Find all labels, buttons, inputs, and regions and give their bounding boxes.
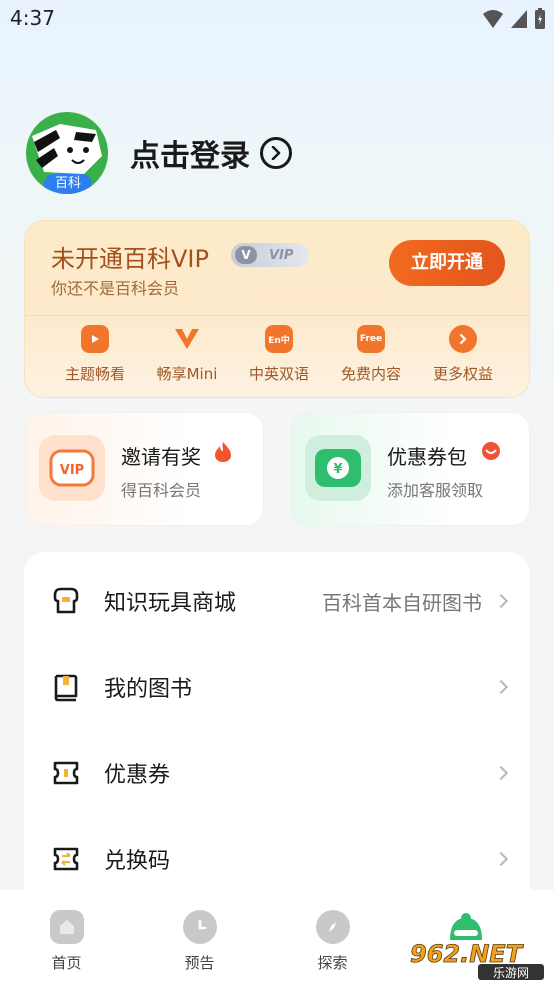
benefit-label: 更多权益 xyxy=(432,365,493,383)
book-icon xyxy=(54,674,78,702)
profile-header[interactable]: 百科 点击登录 xyxy=(26,112,292,194)
watermark-logo: 962.NET 乐游网 xyxy=(410,940,544,980)
login-text[interactable]: 点击登录 xyxy=(130,131,250,175)
tv-icon xyxy=(81,325,109,353)
fire-icon xyxy=(215,442,231,462)
invite-subtitle: 得百科会员 xyxy=(121,481,202,500)
tab-explore[interactable]: 探索 xyxy=(266,890,399,984)
signal-icon xyxy=(511,10,527,28)
ticket-icon xyxy=(53,761,79,785)
tab-label: 预告 xyxy=(184,954,215,972)
menu-item-label: 我的图书 xyxy=(104,677,193,702)
benefit-label: 畅享Mini xyxy=(156,365,218,383)
invite-card[interactable]: VIP 邀请有奖 得百科会员 xyxy=(24,412,264,526)
chevron-right-icon xyxy=(493,851,509,867)
benefit-label: 中英双语 xyxy=(248,365,309,383)
red-badge-icon xyxy=(482,442,500,460)
wifi-icon xyxy=(483,10,503,28)
chevron-right-icon xyxy=(493,765,509,781)
menu-list: 知识玩具商城 百科首本自研图书 我的图书 优惠券 兑换码 xyxy=(24,552,530,912)
benefit-more[interactable]: 更多权益 xyxy=(417,325,509,384)
chevron-right-icon xyxy=(493,679,509,695)
coupon-pack-title: 优惠券包 xyxy=(387,445,467,469)
benefit-free[interactable]: Free 免费内容 xyxy=(325,325,417,384)
vip-card[interactable]: 未开通百科VIP V VIP 你还不是百科会员 立即开通 主题畅看 畅享Mini… xyxy=(24,220,531,398)
compass-icon xyxy=(315,910,350,944)
benefit-theme[interactable]: 主题畅看 xyxy=(49,325,141,384)
vip-ticket-text: VIP xyxy=(60,463,84,478)
coupon-icon-text: ¥ xyxy=(333,462,342,477)
coupon-icon: ¥ xyxy=(305,435,371,501)
battery-icon xyxy=(535,8,545,29)
store-icon xyxy=(53,587,79,614)
vip-subtitle: 你还不是百科会员 xyxy=(51,279,180,298)
coupon-pack-subtitle: 添加客服领取 xyxy=(387,481,484,500)
vip-tag: V VIP xyxy=(231,243,309,267)
status-icons xyxy=(482,8,546,30)
coupon-pack-card[interactable]: ¥ 优惠券包 添加客服领取 xyxy=(290,412,530,526)
vip-benefits: 主题畅看 畅享Mini En中 中英双语 Free 免费内容 更多权益 xyxy=(25,325,531,384)
tab-preview[interactable]: 预告 xyxy=(133,890,266,984)
avatar[interactable]: 百科 xyxy=(26,112,108,194)
v-logo-icon xyxy=(173,325,201,353)
menu-item-label: 知识玩具商城 xyxy=(104,591,237,616)
avatar-badge: 百科 xyxy=(44,174,92,194)
menu-item-coupons[interactable]: 优惠券 xyxy=(24,730,530,816)
benefit-mini[interactable]: 畅享Mini xyxy=(141,325,233,384)
open-vip-button[interactable]: 立即开通 xyxy=(389,240,505,286)
chevron-right-circle-icon[interactable] xyxy=(260,137,292,169)
tab-label: 首页 xyxy=(51,954,82,972)
svg-text:乐游网: 乐游网 xyxy=(493,966,529,980)
exchange-icon xyxy=(53,847,79,871)
vip-tag-v: V xyxy=(235,246,257,264)
vip-ticket-icon: VIP xyxy=(39,435,105,501)
menu-item-toy-store[interactable]: 知识玩具商城 百科首本自研图书 xyxy=(24,558,530,644)
menu-item-label: 兑换码 xyxy=(104,849,171,874)
status-bar: 4:37 xyxy=(0,0,554,38)
benefit-bilingual[interactable]: En中 中英双语 xyxy=(233,325,325,384)
benefit-label: 免费内容 xyxy=(340,365,401,383)
vip-title: 未开通百科VIP xyxy=(51,245,209,273)
svg-text:962.NET: 962.NET xyxy=(410,940,524,968)
vip-divider xyxy=(25,315,531,316)
chevron-right-icon xyxy=(493,593,509,609)
clock-icon xyxy=(182,910,217,944)
free-icon: Free xyxy=(357,325,385,353)
benefit-label: 主题畅看 xyxy=(64,365,125,383)
menu-item-extra: 百科首本自研图书 xyxy=(322,590,482,615)
chevron-right-icon xyxy=(449,325,477,353)
home-icon xyxy=(49,910,84,944)
tab-label: 探索 xyxy=(317,954,348,972)
vip-tag-text: VIP xyxy=(269,247,294,263)
status-time: 4:37 xyxy=(10,6,55,30)
invite-title: 邀请有奖 xyxy=(121,445,201,469)
menu-item-my-books[interactable]: 我的图书 xyxy=(24,644,530,730)
translate-icon: En中 xyxy=(265,325,293,353)
menu-item-label: 优惠券 xyxy=(104,763,171,788)
tab-home[interactable]: 首页 xyxy=(0,890,133,984)
